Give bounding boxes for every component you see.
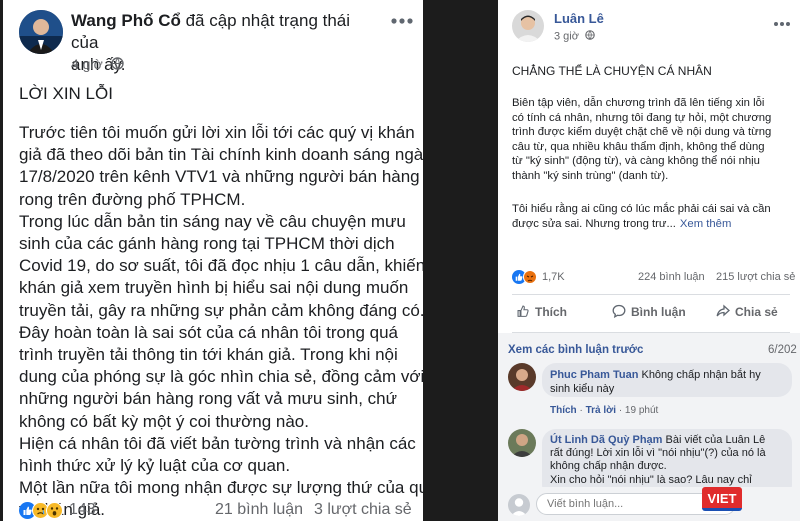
body-line: dung của phóng sự là góc nhìn chia sẻ, đ… — [19, 367, 423, 387]
comment-input-row — [498, 487, 800, 521]
comment-text: Út Linh Dã Quỳ Phạm Bài viết của Luân Lê… — [550, 434, 766, 487]
body-line: giả đã theo dõi bản tin Tài chính kinh d… — [19, 145, 423, 165]
post-headline: CHẲNG THỂ LÀ CHUYỆN CÁ NHÂN — [512, 64, 712, 78]
share-icon — [716, 304, 730, 321]
my-avatar — [508, 494, 530, 516]
post-time[interactable]: 3 giờ — [554, 30, 579, 42]
globe-icon — [585, 30, 595, 43]
angry-reaction-icon — [523, 270, 537, 284]
body-line: Tôi hiểu rằng ai cũng có lúc mắc phải cá… — [512, 203, 771, 215]
shares-count[interactable]: 215 lượt chia sẻ — [716, 271, 795, 283]
more-horizontal-icon[interactable] — [391, 12, 413, 30]
comment-text-line3: không chấp nhận được. — [550, 460, 667, 473]
comment-button[interactable]: Bình luận — [612, 304, 686, 321]
action-bar: Thích Bình luận Chia sẻ — [512, 298, 796, 330]
body-line: trình truyền tải thông tin tới khán giả.… — [19, 345, 398, 365]
comment-text-line1: Bài viết của Luân Lê — [662, 434, 766, 446]
body-line: rong trên đường phố TPHCM. — [19, 189, 246, 209]
comment-text: Phuc Pham Tuan Không chấp nhận bắt hy si… — [550, 368, 761, 396]
like-button[interactable]: Thích — [516, 304, 567, 321]
body-line: Trước tiên tôi muốn gửi lời xin lỗi tới … — [19, 123, 415, 142]
divider — [512, 294, 790, 295]
comment-counter: 6/202 — [768, 344, 797, 356]
comment-text-line2: rất đúng! Lời xin lỗi vì "nói nhịu"(?) c… — [550, 447, 766, 460]
body-line: thành "ký sinh trùng" (danh từ). — [512, 169, 669, 182]
thumbs-up-icon — [516, 304, 530, 321]
comment-text-line4: Xin cho hỏi "nói nhịu" là sao? Lâu nay c… — [550, 473, 752, 486]
body-line: truyền tải, gây ra những sự phản cảm khô… — [19, 300, 423, 320]
right-post: Luân Lê 3 giờ CHẲNG THỂ LÀ CHUYỆN CÁ NHÂ… — [498, 0, 800, 521]
post-meta: 3 giờ — [554, 30, 595, 43]
comment-label: Bình luận — [631, 305, 686, 319]
comments-count[interactable]: 224 bình luận — [638, 271, 705, 283]
comment-text-line1: Không chấp nhận bắt hy — [638, 369, 761, 381]
reactions-count[interactable]: 143 — [69, 501, 96, 519]
reactions-bar[interactable]: 1,7K 224 bình luận 215 lượt chia sẻ — [512, 268, 796, 288]
body-line: Biên tập viên, dẫn chương trình đã lên t… — [512, 97, 765, 109]
body-line: khán giả xem truyền hình bị hiểu sai nội… — [19, 278, 409, 298]
share-label: Chia sẻ — [735, 305, 778, 319]
body-line-text: được sửa sai. Nhưng trong trư... — [512, 217, 676, 230]
author-avatar[interactable] — [512, 10, 544, 42]
globe-icon — [110, 57, 124, 73]
comment-time[interactable]: 19 phút — [625, 405, 658, 416]
comments-section: Xem các bình luận trước 6/202 Phuc Pham … — [498, 333, 800, 521]
author-name[interactable]: Luân Lê — [554, 11, 604, 26]
see-more-link[interactable]: Xem thêm — [680, 218, 731, 230]
body-line: câu từ, qua nhiều khâu thẩm định, không … — [512, 140, 765, 153]
reactions-bar[interactable]: 143 21 bình luận 3 lượt chia sẻ — [19, 499, 419, 521]
post-body-2: Tôi hiểu rằng ai cũng có lúc mắc phải cá… — [512, 202, 797, 231]
view-previous-comments-link[interactable]: Xem các bình luận trước — [508, 344, 643, 356]
body-line: Hiện cá nhân tôi đã viết bản tường trình… — [19, 433, 416, 453]
like-label: Thích — [535, 305, 567, 319]
commenter-avatar[interactable] — [508, 429, 536, 457]
body-line: không có bất kỳ một ý coi thường nào. — [19, 411, 309, 431]
body-line: Một lần nữa tôi mong nhận được sự lượng … — [19, 478, 423, 498]
body-line: Trong lúc dẫn bản tin sáng nay về câu ch… — [19, 211, 406, 231]
body-line: từ "ký sinh" (động từ), và càng không th… — [512, 155, 760, 168]
body-line: 17/8/2020 trên kênh VTV1 và những người … — [19, 167, 420, 187]
watermark-logo: VIET — [702, 487, 742, 511]
body-line: Covid 19, do sơ suất, tôi đã đọc nhịu 1 … — [19, 256, 423, 276]
more-horizontal-icon[interactable] — [774, 14, 790, 32]
body-line: những người bán hàng rong vất vả mưu sin… — [19, 389, 398, 409]
post-meta: 4 giờ — [71, 56, 124, 73]
comment-like-link[interactable]: Thích — [550, 405, 577, 416]
author-name[interactable]: Wang Phố Cổ — [71, 11, 181, 30]
post-body: Biên tập viên, dẫn chương trình đã lên t… — [512, 96, 797, 184]
commenter-name[interactable]: Phuc Pham Tuan — [550, 369, 638, 381]
body-line: được sửa sai. Nhưng trong trư... Xem thêm — [512, 217, 797, 232]
comment-reply-link[interactable]: Trả lời — [586, 405, 616, 416]
watermark-text: VIET — [707, 491, 737, 506]
body-line: trình được kiểm duyệt chặt chẽ về nội du… — [512, 126, 772, 139]
body-line: Đây hoàn toàn là sai sót của cá nhân tôi… — [19, 322, 398, 342]
reactions-count[interactable]: 1,7K — [542, 271, 565, 283]
comment-actions: Thích · Trả lời · 19 phút — [550, 405, 658, 416]
share-button[interactable]: Chia sẻ — [716, 304, 778, 321]
commenter-avatar[interactable] — [508, 363, 536, 391]
comment-text-line2: sinh kiểu này — [550, 383, 615, 395]
post-title: LỜI XIN LỖI — [19, 84, 113, 103]
post-time[interactable]: 4 giờ — [71, 56, 103, 72]
post-body: Trước tiên tôi muốn gửi lời xin lỗi tới … — [19, 122, 423, 521]
shares-count[interactable]: 3 lượt chia sẻ — [314, 501, 412, 519]
comments-count[interactable]: 21 bình luận — [215, 501, 303, 519]
comment-icon — [612, 304, 626, 321]
author-avatar[interactable] — [19, 10, 63, 54]
body-line: sinh của các gánh hàng rong tại TPHCM th… — [19, 234, 395, 254]
body-line: hình thức xử lý kỷ luật của cơ quan. — [19, 456, 291, 476]
wow-reaction-icon — [46, 502, 63, 519]
left-post: Wang Phố Cổ đã cập nhật trạng thái của a… — [3, 0, 423, 521]
body-line: có tính cá nhân, nhưng tôi đang tự hỏi, … — [512, 111, 772, 124]
commenter-name[interactable]: Út Linh Dã Quỳ Phạm — [550, 434, 662, 446]
